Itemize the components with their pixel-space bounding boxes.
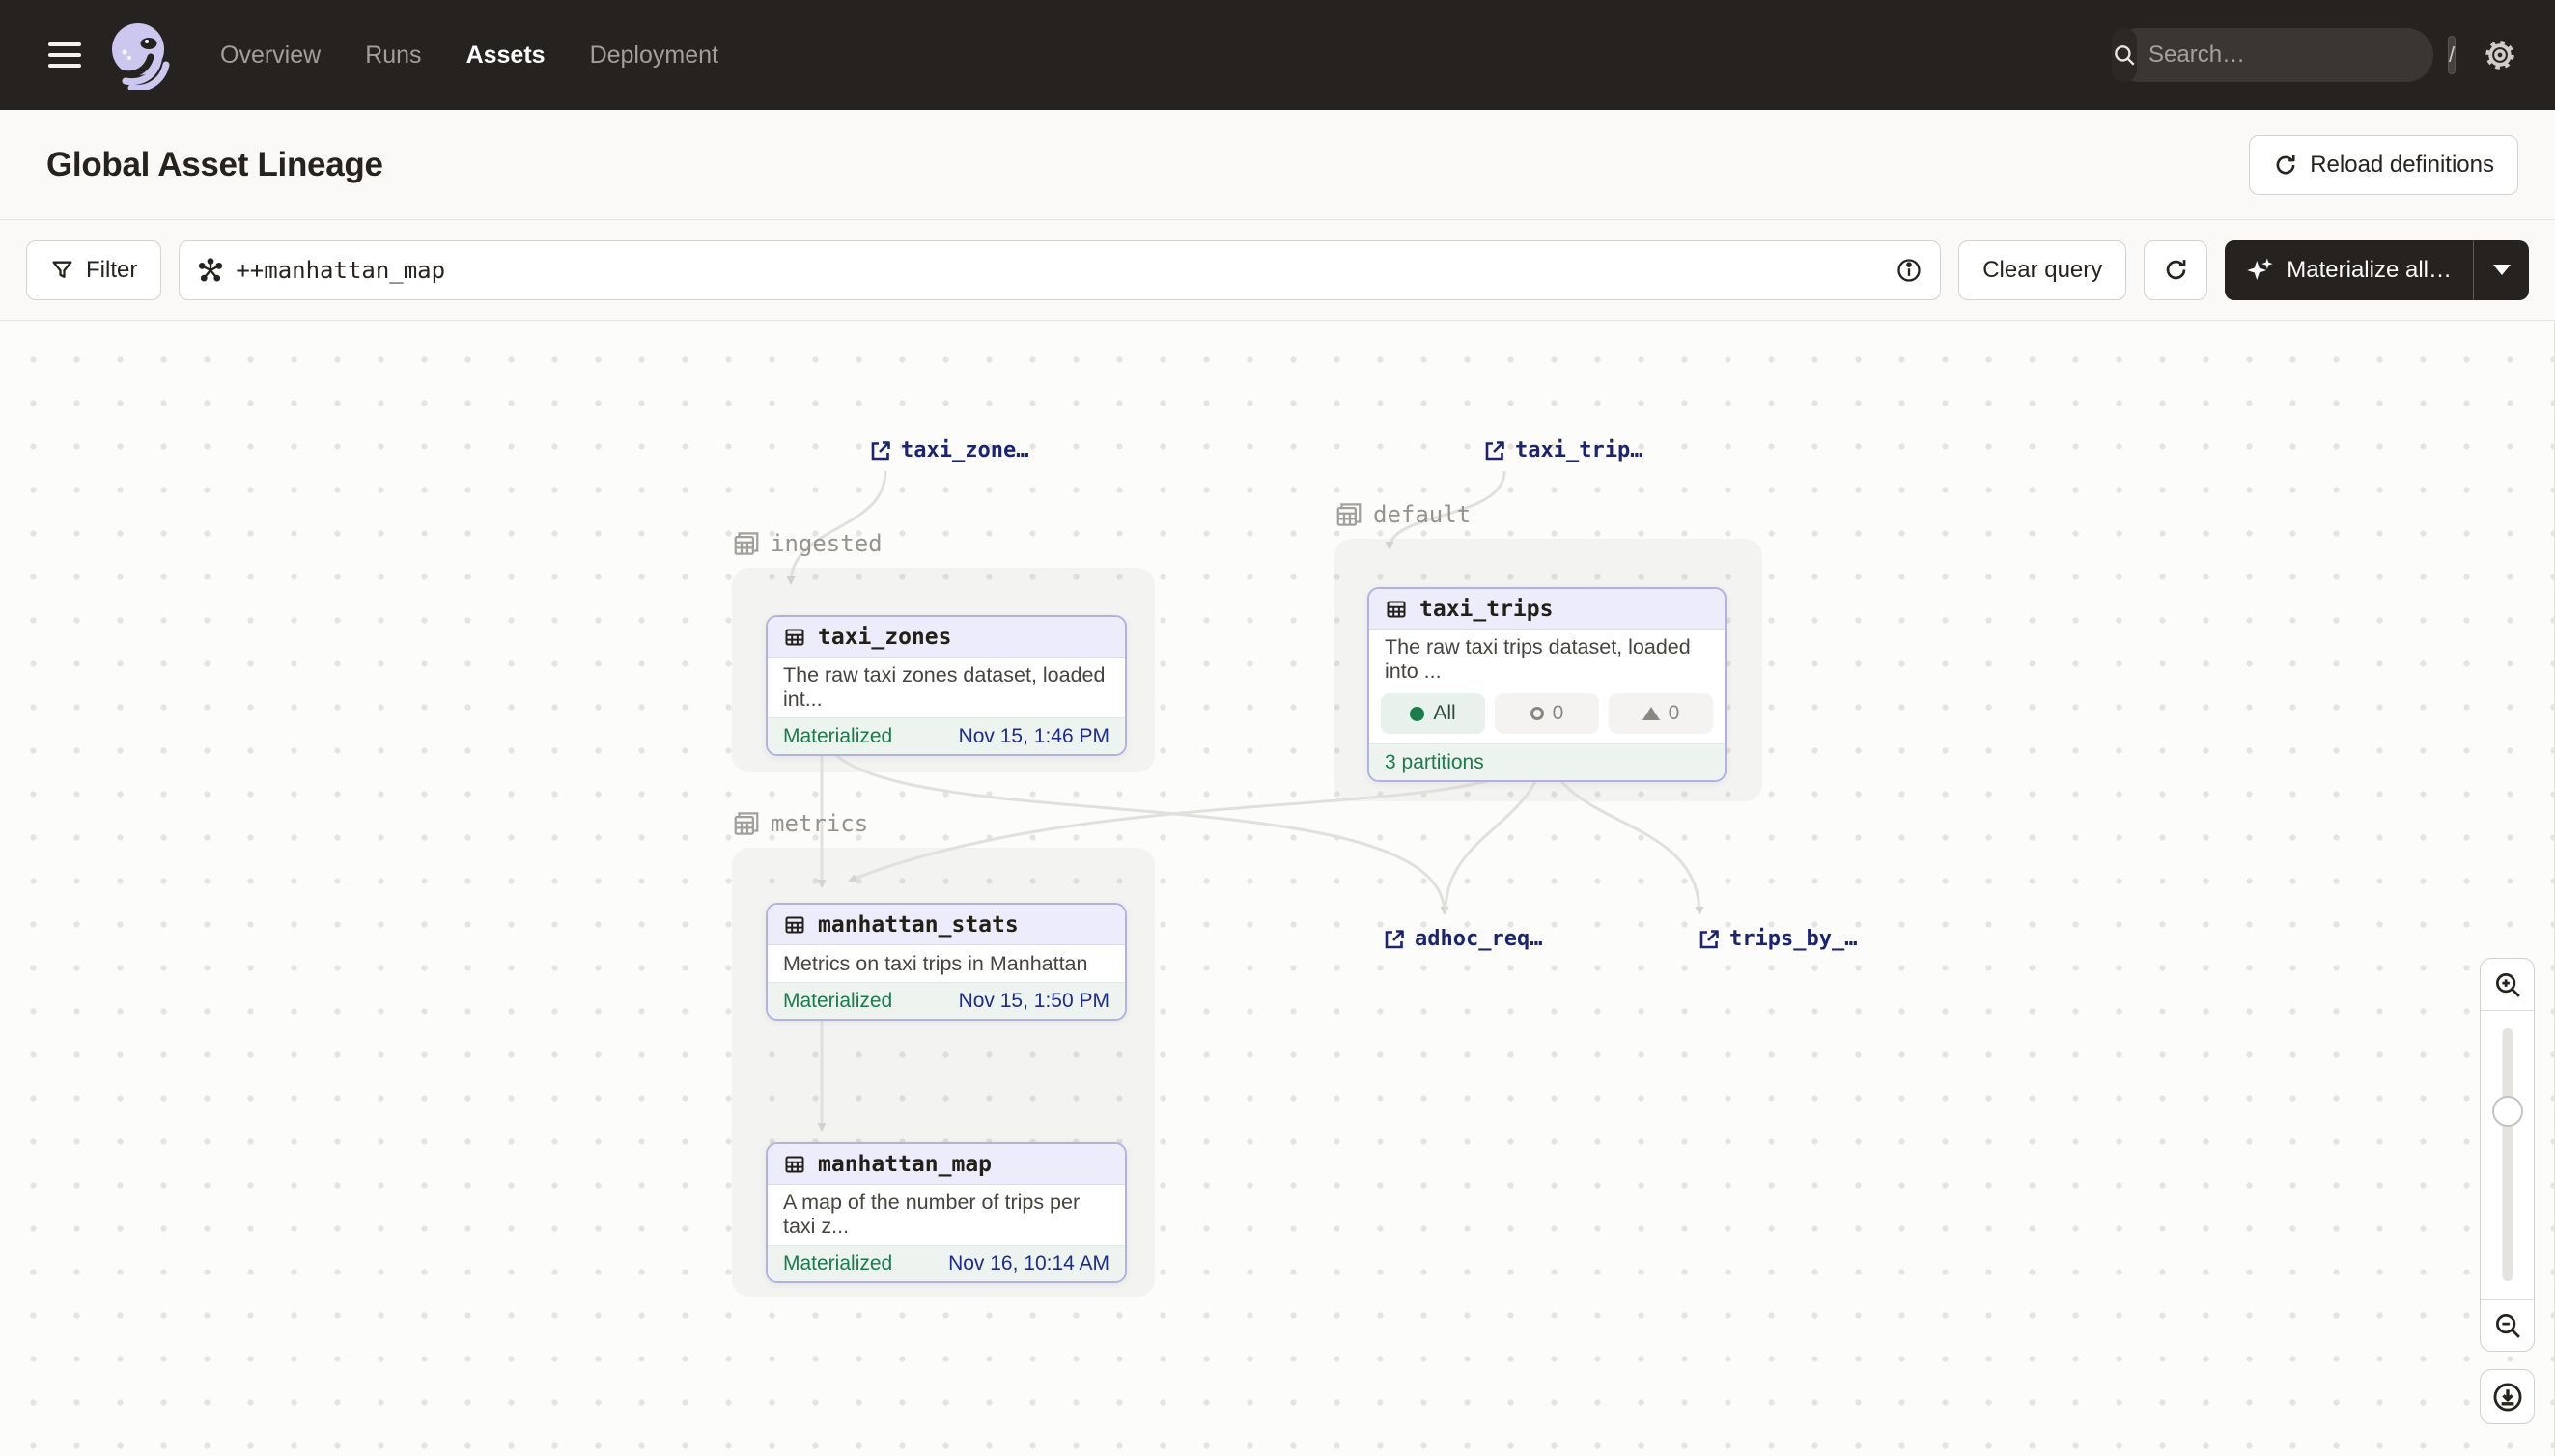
materialization-timestamp[interactable]: Nov 16, 10:14 AM: [948, 1252, 1109, 1275]
external-link-icon: [1483, 439, 1506, 462]
refresh-icon: [2163, 257, 2189, 283]
search-shortcut-badge: /: [2448, 36, 2456, 74]
external-link-icon: [869, 439, 892, 462]
materialization-timestamp[interactable]: Nov 15, 1:46 PM: [959, 725, 1109, 748]
asset-lineage-canvas[interactable]: ingested default metrics taxi_zone… taxi…: [0, 321, 2555, 1456]
asset-description: Metrics on taxi trips in Manhattan: [768, 945, 1125, 982]
asset-name: manhattan_stats: [818, 912, 1019, 938]
partition-health-badges: All 0 0: [1369, 689, 1725, 743]
asset-graph-icon: [197, 257, 224, 284]
table-icon: [783, 913, 806, 937]
asset-name: taxi_zones: [818, 625, 951, 650]
triangle-icon: [1642, 707, 1660, 720]
asset-query-field[interactable]: [179, 240, 1941, 300]
group-label-default[interactable]: default: [1334, 500, 1471, 529]
global-search[interactable]: /: [2112, 28, 2433, 82]
lineage-edges: [0, 321, 2555, 1456]
download-icon: [2491, 1381, 2524, 1414]
partitions-failed-badge[interactable]: 0: [1495, 693, 1599, 734]
asset-node-taxi-trips[interactable]: taxi_trips The raw taxi trips dataset, l…: [1367, 587, 1727, 782]
top-nav: Overview Runs Assets Deployment /: [0, 0, 2555, 110]
ring-icon: [1530, 707, 1544, 720]
asset-node-taxi-zones[interactable]: taxi_zones The raw taxi zones dataset, l…: [766, 615, 1127, 756]
asset-name: manhattan_map: [818, 1152, 992, 1177]
reload-icon: [2273, 153, 2298, 178]
zoom-slider-thumb[interactable]: [2492, 1096, 2523, 1127]
hamburger-menu-icon[interactable]: [48, 42, 81, 68]
nav-item-runs[interactable]: Runs: [365, 42, 421, 70]
zoom-in-icon: [2493, 970, 2522, 999]
zoom-in-button[interactable]: [2481, 959, 2534, 1011]
partitions-materialized-badge[interactable]: All: [1381, 693, 1485, 734]
table-icon: [783, 626, 806, 649]
refresh-button[interactable]: [2144, 240, 2207, 300]
zoom-controls: [2480, 958, 2535, 1352]
group-label-ingested[interactable]: ingested: [732, 529, 883, 558]
external-link-icon: [1383, 928, 1406, 951]
asset-group-icon: [732, 529, 761, 558]
table-icon: [783, 1153, 806, 1176]
external-asset-adhoc-req[interactable]: adhoc_req…: [1383, 927, 1542, 951]
download-view-button[interactable]: [2480, 1369, 2535, 1424]
reload-definitions-button[interactable]: Reload definitions: [2249, 135, 2518, 195]
status-badge: Materialized: [783, 990, 892, 1013]
zoom-slider-track[interactable]: [2502, 1028, 2513, 1281]
zoom-slider[interactable]: [2481, 1011, 2534, 1299]
materialize-all-button[interactable]: Materialize all…: [2225, 240, 2473, 300]
query-info-icon[interactable]: [1895, 257, 1923, 284]
materialize-dropdown-button[interactable]: [2473, 240, 2529, 300]
filled-dot-icon: [1410, 707, 1424, 721]
page-header: Global Asset Lineage Reload definitions: [0, 110, 2555, 220]
dagster-logo-icon[interactable]: [108, 20, 172, 90]
materialize-all-split-button: Materialize all…: [2225, 240, 2529, 300]
zoom-out-button[interactable]: [2481, 1299, 2534, 1351]
group-label-metrics[interactable]: metrics: [732, 809, 868, 838]
asset-description: The raw taxi zones dataset, loaded int..…: [768, 658, 1125, 717]
asset-query-input[interactable]: [236, 257, 1884, 284]
sparkle-icon: [2246, 256, 2275, 285]
partitions-missing-badge[interactable]: 0: [1609, 693, 1713, 734]
asset-group-icon: [1334, 500, 1363, 529]
external-asset-trips-by[interactable]: trips_by_…: [1698, 927, 1857, 951]
nav-item-deployment[interactable]: Deployment: [590, 42, 718, 70]
chevron-down-icon: [2493, 265, 2511, 275]
external-link-icon: [1698, 928, 1721, 951]
zoom-out-icon: [2493, 1311, 2522, 1340]
external-asset-taxi-trip[interactable]: taxi_trip…: [1483, 438, 1642, 462]
asset-node-manhattan-map[interactable]: manhattan_map A map of the number of tri…: [766, 1142, 1127, 1283]
asset-group-icon: [732, 809, 761, 838]
nav-links: Overview Runs Assets Deployment: [220, 42, 718, 70]
table-icon: [1385, 598, 1408, 621]
gear-icon[interactable]: [2482, 37, 2518, 73]
page-title: Global Asset Lineage: [46, 146, 383, 184]
nav-item-overview[interactable]: Overview: [220, 42, 321, 70]
asset-node-manhattan-stats[interactable]: manhattan_stats Metrics on taxi trips in…: [766, 903, 1127, 1021]
status-badge: Materialized: [783, 725, 892, 748]
filter-funnel-icon: [50, 258, 74, 282]
partitions-count[interactable]: 3 partitions: [1385, 751, 1484, 774]
asset-name: taxi_trips: [1419, 597, 1553, 622]
lineage-toolbar: Filter Clear query Materialize all…: [0, 220, 2555, 321]
asset-description: A map of the number of trips per taxi z.…: [768, 1185, 1125, 1245]
search-input[interactable]: [2137, 42, 2448, 69]
search-icon: [2112, 28, 2137, 82]
materialization-timestamp[interactable]: Nov 15, 1:50 PM: [959, 990, 1109, 1013]
clear-query-button[interactable]: Clear query: [1958, 240, 2126, 300]
nav-item-assets[interactable]: Assets: [466, 42, 546, 70]
asset-description: The raw taxi trips dataset, loaded into …: [1369, 630, 1725, 689]
filter-button[interactable]: Filter: [26, 240, 161, 300]
external-asset-taxi-zone[interactable]: taxi_zone…: [869, 438, 1028, 462]
status-badge: Materialized: [783, 1252, 892, 1275]
